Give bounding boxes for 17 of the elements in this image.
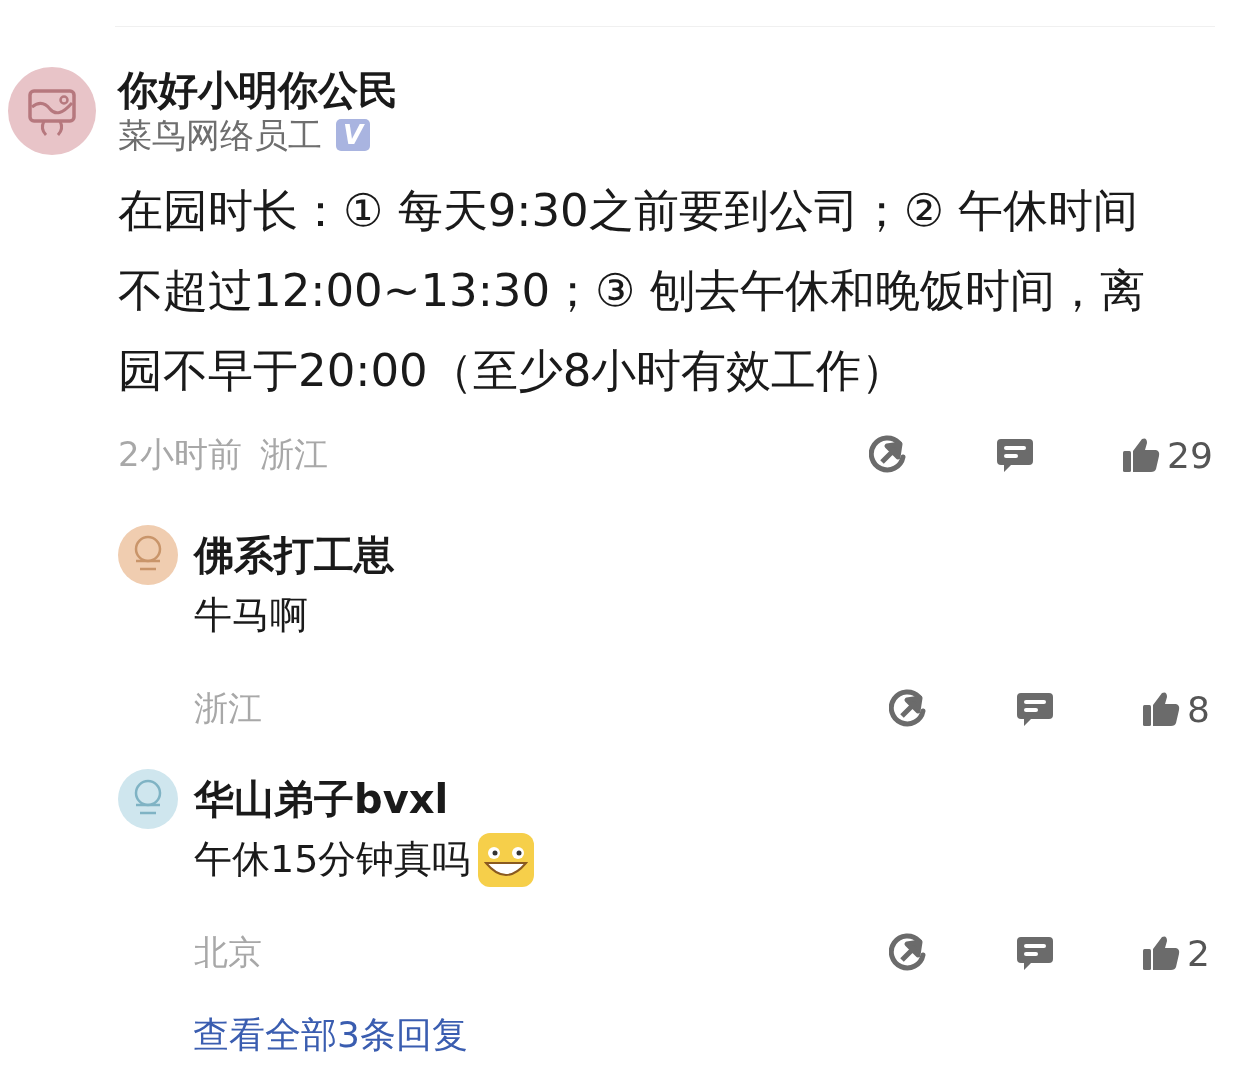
author-name[interactable]: 你好小明你公民 [118, 67, 1213, 113]
user-title: 菜鸟网络员工 [118, 114, 322, 157]
location: 浙江 [259, 433, 328, 476]
author-name[interactable]: 华山弟子bvxl [194, 769, 1213, 829]
location: 北京 [194, 931, 262, 974]
comment-text: 在园时长：① 每天9:30之前要到公司；② 午休时间不超过12:00~13:30；③ 刨去午休和晚饭时间，离园不早于20:00（至少8小时有效工作） [118, 183, 1146, 399]
like-count: 2 [1187, 932, 1210, 974]
location: 浙江 [194, 687, 262, 730]
author-name[interactable]: 佛系打工崽 [194, 525, 1213, 585]
like-count: 29 [1167, 434, 1213, 476]
verified-badge: V [336, 119, 370, 151]
reply-text: 午休15分钟真吗 [194, 835, 471, 883]
reply-text: 牛马啊 [194, 591, 308, 639]
post-time: 2小时前 [118, 433, 242, 476]
view-all-replies-link[interactable]: 查看全部3条回复 [193, 1014, 468, 1055]
avatar-icon[interactable] [118, 525, 178, 585]
like-count: 8 [1187, 688, 1210, 730]
